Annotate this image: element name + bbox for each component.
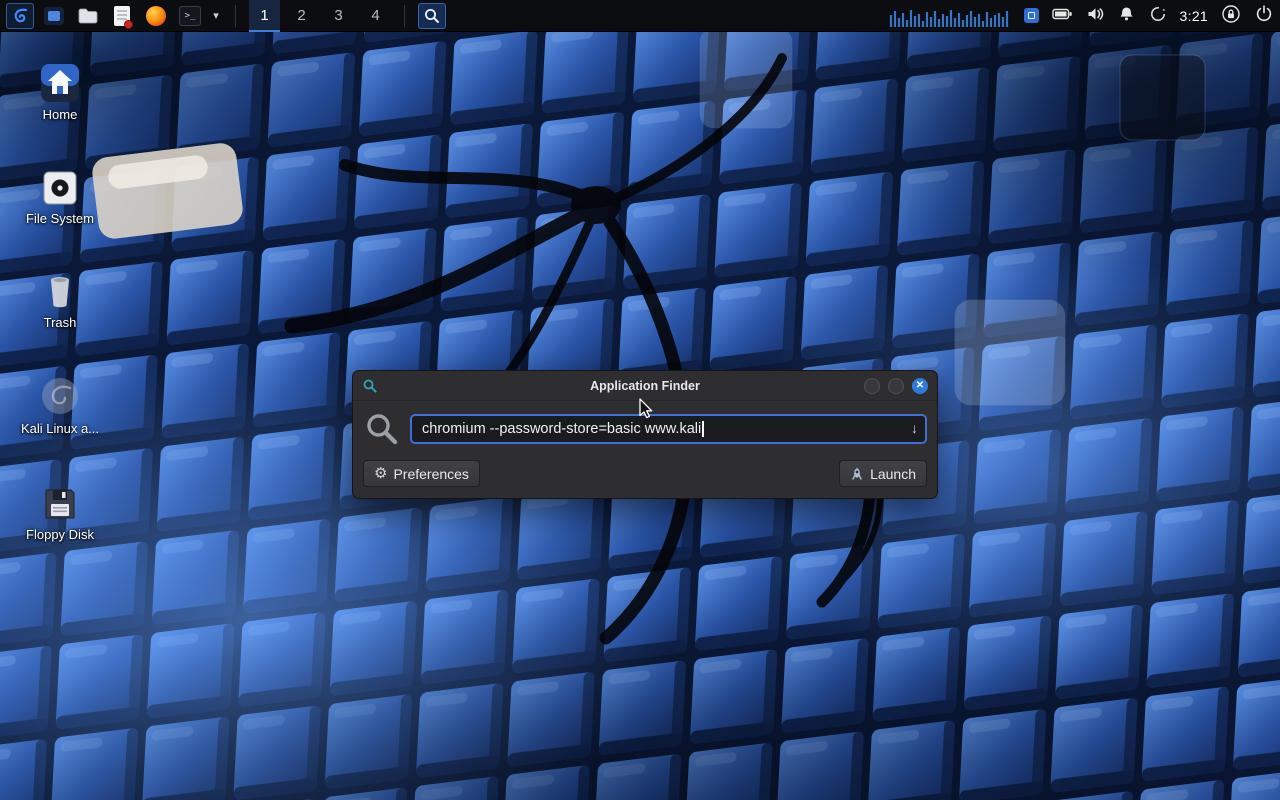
- workspace-button-4[interactable]: 4: [360, 0, 391, 32]
- update-circle-icon: [1149, 5, 1167, 23]
- notifications-indicator[interactable]: [1117, 5, 1136, 27]
- home-icon: [39, 62, 81, 104]
- bell-icon: [1117, 5, 1136, 24]
- workspace-button-1[interactable]: 1: [249, 0, 280, 32]
- panel-separator: [235, 5, 236, 27]
- command-text: chromium --password-store=basic www.kali: [422, 421, 701, 437]
- workspace-button-3[interactable]: 3: [323, 0, 354, 32]
- launch-button[interactable]: Launch: [839, 460, 927, 487]
- firefox-launcher[interactable]: [142, 3, 170, 29]
- workspace-button-2[interactable]: 2: [286, 0, 317, 32]
- preferences-label: Preferences: [393, 466, 468, 482]
- window-controls: ✕: [864, 378, 928, 394]
- status-tray-indicator[interactable]: [1149, 5, 1167, 26]
- app-finder-taskbar-button[interactable]: [418, 3, 446, 29]
- kali-menu-button[interactable]: [6, 3, 34, 29]
- desktop-icon-home[interactable]: Home: [12, 58, 108, 122]
- text-editor-icon: [114, 6, 130, 26]
- kali-logo-icon: [10, 6, 30, 26]
- folder-icon: [78, 7, 98, 25]
- desktop-icon-file-system[interactable]: File System: [12, 162, 108, 226]
- close-button[interactable]: ✕: [912, 378, 928, 394]
- gear-icon: ⚙: [374, 466, 387, 481]
- panel-right-group: 3:21: [889, 0, 1274, 31]
- desktop-icon-floppy-disk[interactable]: Floppy Disk: [12, 478, 108, 542]
- panel-separator: [404, 5, 405, 27]
- app-finder-window-icon: [362, 378, 378, 394]
- volume-indicator[interactable]: [1086, 5, 1104, 26]
- mouse-cursor: [638, 398, 658, 420]
- desktop-icon-label: Floppy Disk: [12, 528, 108, 542]
- terminal-launcher[interactable]: >_: [176, 3, 204, 29]
- desktop-icon-trash[interactable]: Trash: [12, 266, 108, 330]
- window-title: Application Finder: [590, 379, 700, 393]
- minimize-button[interactable]: [864, 378, 880, 394]
- logout-button[interactable]: [1254, 4, 1274, 27]
- close-icon: ✕: [916, 381, 924, 391]
- firefox-icon: [146, 6, 166, 26]
- launcher-dropdown-arrow[interactable]: ▾: [210, 9, 222, 22]
- power-icon: [1254, 4, 1274, 24]
- folder-launcher[interactable]: [74, 3, 102, 29]
- file-manager-icon: [44, 7, 64, 25]
- editor-badge: [124, 20, 133, 29]
- battery-indicator[interactable]: [1052, 4, 1073, 27]
- terminal-icon: >_: [179, 6, 201, 26]
- tray-icon[interactable]: [1024, 8, 1039, 23]
- trash-icon: [40, 270, 80, 312]
- cpu-graph[interactable]: [889, 5, 1011, 27]
- search-icon: [363, 410, 401, 448]
- application-finder-window: Application Finder ✕ chromium --password…: [352, 370, 938, 499]
- file-system-icon: [40, 168, 80, 208]
- finder-titlebar[interactable]: Application Finder ✕: [353, 371, 937, 401]
- kali-docs-icon: [38, 374, 82, 418]
- desktop-icon-label: Trash: [12, 316, 108, 330]
- text-caret: [702, 421, 704, 437]
- maximize-button[interactable]: [888, 378, 904, 394]
- clock[interactable]: 3:21: [1180, 8, 1208, 24]
- top-panel: >_ ▾ 1 2 3 4: [0, 0, 1280, 32]
- file-manager-launcher[interactable]: [40, 3, 68, 29]
- panel-left-group: >_ ▾ 1 2 3 4: [6, 0, 446, 31]
- history-dropdown-icon[interactable]: ↓: [911, 420, 918, 436]
- text-editor-launcher[interactable]: [108, 3, 136, 29]
- desktop-icon-label: Kali Linux a...: [12, 422, 108, 436]
- speaker-icon: [1086, 5, 1104, 23]
- desktop-icon-label: Home: [12, 108, 108, 122]
- battery-icon: [1052, 4, 1073, 24]
- launch-label: Launch: [870, 466, 916, 482]
- lock-icon: [1221, 4, 1241, 24]
- launch-icon: [850, 467, 864, 481]
- desktop-icon-kali-linux[interactable]: Kali Linux a...: [12, 372, 108, 436]
- search-icon: [423, 7, 441, 25]
- desktop-icon-label: File System: [12, 212, 108, 226]
- lock-screen-button[interactable]: [1221, 4, 1241, 27]
- floppy-disk-icon: [40, 484, 80, 524]
- command-input[interactable]: chromium --password-store=basic www.kali…: [410, 414, 927, 444]
- preferences-button[interactable]: ⚙ Preferences: [363, 460, 480, 487]
